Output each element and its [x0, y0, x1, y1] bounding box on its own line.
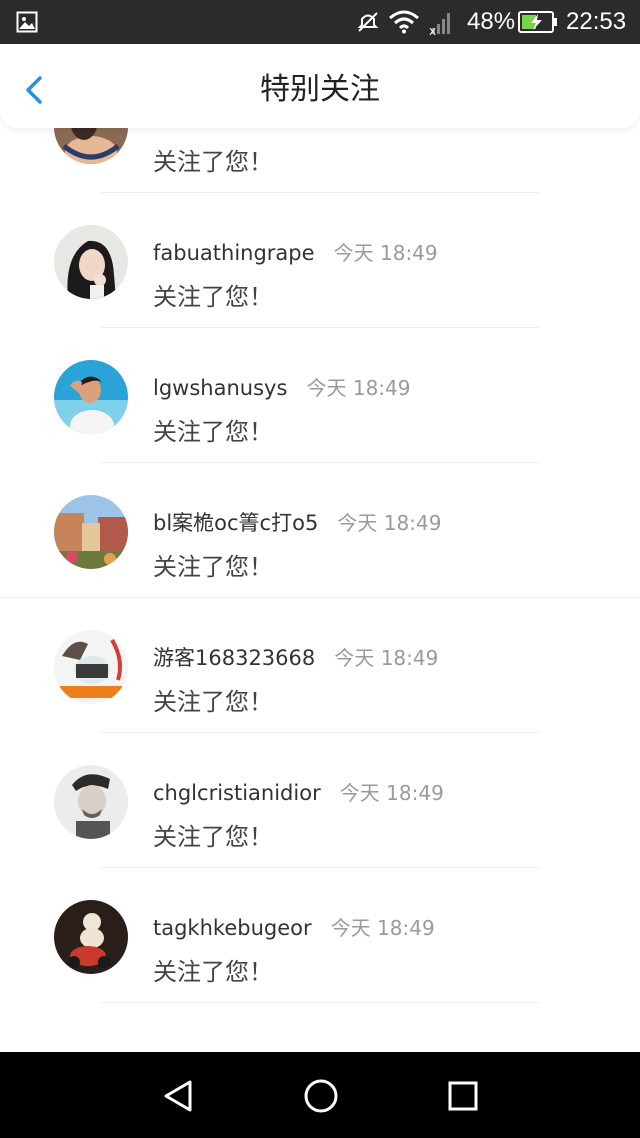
mute-icon	[357, 12, 379, 32]
notification-message: 关注了您！	[153, 553, 273, 581]
avatar[interactable]	[54, 495, 128, 569]
timestamp: 今天 18:49	[339, 781, 444, 805]
battery-charging-icon	[518, 11, 557, 33]
notification-message: 关注了您！	[153, 823, 273, 851]
username[interactable]: chglcristianidior	[153, 781, 321, 805]
back-triangle-icon[interactable]	[160, 1076, 200, 1116]
list-item[interactable]: bl案桅oc箐c打o5 今天 18:49 关注了您！	[0, 463, 640, 598]
notification-message: 关注了您！	[153, 688, 273, 716]
list-item[interactable]: 游客168323668 今天 18:49 关注了您！	[0, 598, 640, 733]
clock: 22:53	[566, 8, 627, 35]
avatar[interactable]	[54, 765, 128, 839]
timestamp: 今天 18:49	[333, 241, 438, 265]
username[interactable]: lgwshanusys	[153, 376, 287, 400]
username[interactable]: bl案桅oc箐c打o5	[153, 511, 318, 535]
username[interactable]: 游客168323668	[153, 646, 315, 670]
gallery-icon	[16, 11, 38, 33]
avatar[interactable]	[54, 900, 128, 974]
list-item[interactable]: lgwshanusys 今天 18:49 关注了您！	[0, 328, 640, 463]
no-signal-icon: x	[429, 13, 450, 36]
name-line: fabuathingrape 今天 18:49	[153, 237, 438, 266]
avatar[interactable]	[54, 225, 128, 299]
notification-message: 关注了您！	[153, 283, 273, 311]
list-item[interactable]: fabuathingrape 今天 18:49 关注了您！	[0, 193, 640, 328]
username[interactable]: fabuathingrape	[153, 241, 315, 265]
notification-message: 关注了您！	[153, 148, 273, 176]
list-item[interactable]: chglcristianidior 今天 18:49 关注了您！	[0, 733, 640, 868]
name-line: bl案桅oc箐c打o5 今天 18:49	[153, 507, 441, 537]
wifi-icon	[389, 10, 419, 34]
name-line: lgwshanusys 今天 18:49	[153, 372, 410, 401]
timestamp: 今天 18:49	[334, 646, 439, 670]
list-item[interactable]: tagkhkebugeor 今天 18:49 关注了您！	[0, 868, 640, 1003]
timestamp: 今天 18:49	[330, 916, 435, 940]
list-item[interactable]: 关注了您！	[0, 128, 640, 193]
name-line: tagkhkebugeor 今天 18:49	[153, 912, 435, 941]
avatar[interactable]	[54, 360, 128, 434]
timestamp: 今天 18:49	[306, 376, 411, 400]
home-circle-icon[interactable]	[301, 1076, 341, 1116]
notification-list[interactable]: 关注了您！ fabuathingrape 今天 18:49 关注了您！ lgws…	[0, 128, 640, 1052]
notification-message: 关注了您！	[153, 958, 273, 986]
timestamp: 今天 18:49	[337, 511, 442, 535]
avatar[interactable]	[54, 630, 128, 704]
status-bar: x 48% 22:53	[0, 0, 640, 44]
name-line: 游客168323668 今天 18:49	[153, 642, 438, 672]
divider	[100, 1002, 540, 1003]
username[interactable]: tagkhkebugeor	[153, 916, 312, 940]
recents-square-icon[interactable]	[443, 1076, 483, 1116]
page-title: 特别关注	[260, 72, 380, 107]
avatar[interactable]	[54, 128, 128, 164]
notification-message: 关注了您！	[153, 418, 273, 446]
svg-text:x: x	[429, 24, 436, 36]
header: 特别关注	[0, 44, 640, 128]
name-line: chglcristianidior 今天 18:49	[153, 777, 444, 806]
battery-percent: 48%	[467, 8, 516, 35]
navigation-bar	[0, 1052, 640, 1138]
